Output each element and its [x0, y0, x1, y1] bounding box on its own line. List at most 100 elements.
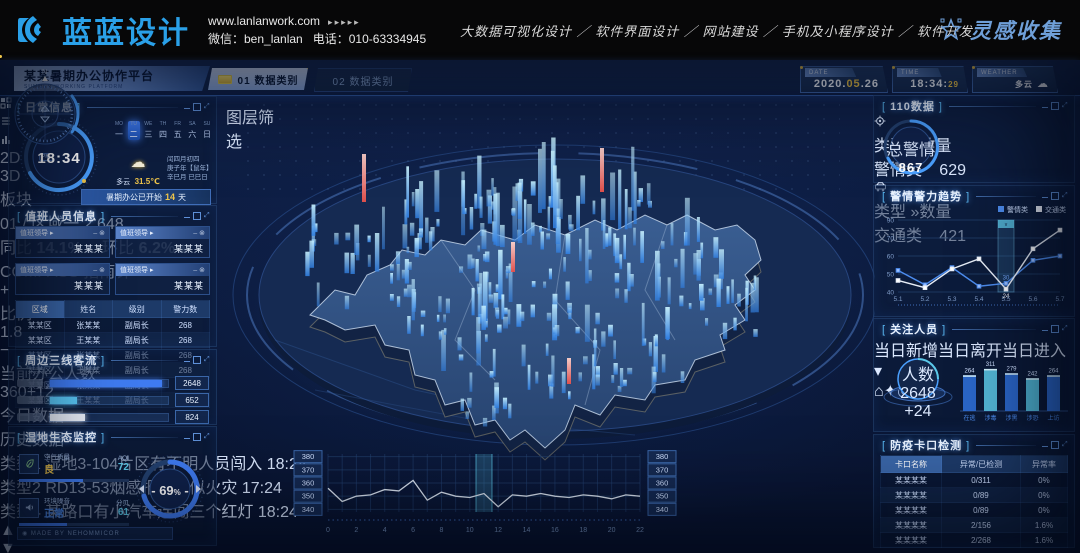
svg-text:涉黑: 涉黑: [1005, 414, 1017, 422]
svg-text:360: 360: [656, 479, 669, 488]
compass-dial[interactable]: N: [6, 66, 84, 152]
panel-nearby-flow: 周边三线客流 ⤢ 2648 652 824: [8, 349, 217, 425]
panel-controls[interactable]: ⤢: [1042, 441, 1068, 449]
panel-110-data: 110数据 ⤢ 总警情 867 类型 »数量 警情类629 类型 »数量 交通类…: [873, 95, 1075, 183]
inspiration-collect[interactable]: 灵感收集: [938, 0, 1062, 60]
svg-text:5.7: 5.7: [1055, 296, 1064, 303]
brand-logo[interactable]: 蓝蓝设计: [14, 8, 190, 52]
eco-title: 湿地生态监控: [17, 429, 105, 445]
banner-suffix: 天: [178, 192, 186, 203]
lunar-calendar: 闰四月初四 庚子年【鼠年】 辛巳月 已巳日: [167, 155, 213, 182]
trend-line-chart[interactable]: 9070605040 v30245.15.25.35.45.55.65.7: [878, 214, 1070, 314]
svg-text:20: 20: [608, 527, 616, 534]
svg-text:264: 264: [1048, 368, 1059, 374]
time-seconds: 29: [948, 80, 959, 89]
duty-col-header[interactable]: 级别: [113, 301, 162, 318]
panel-eco-monitor: 湿地生态监控 ⤢ 空气质量 良 AQI 72: [8, 426, 217, 546]
svg-text:在逃: 在逃: [963, 414, 975, 422]
office-line-chart[interactable]: 380 380 370 370 360 360 350 350 340 340 …: [292, 448, 682, 544]
svg-text:涉毒: 涉毒: [984, 414, 996, 422]
panel-controls[interactable]: ⤢: [184, 103, 210, 111]
leaf-icon: [19, 454, 39, 474]
lanlan-logo-icon: [14, 10, 54, 50]
duty-card[interactable]: 值班领导 ▸– ⊗ 某某某: [115, 263, 210, 295]
panel-controls[interactable]: ⤢: [184, 433, 210, 441]
flow-label-redacted: [17, 379, 43, 387]
date-year: 2020: [814, 78, 842, 90]
expand-icon: ⤢: [204, 104, 210, 110]
weekday-cell: WE三: [142, 121, 154, 140]
duty-card[interactable]: 值班领导 ▸– ⊗ 某某某: [15, 263, 110, 295]
svg-text:5.6: 5.6: [1028, 296, 1037, 303]
table-row[interactable]: 某某某某2/1561.6%: [881, 518, 1068, 533]
window-icon: [1051, 441, 1059, 449]
minimize-icon: [184, 217, 190, 218]
svg-text:5.4: 5.4: [974, 296, 983, 303]
flow-label-redacted: [17, 396, 43, 404]
expand-icon: ⤢: [1062, 326, 1068, 332]
tab2-label: 02 数据类别: [333, 73, 394, 88]
time-main: 18:34: [910, 78, 943, 90]
table-row[interactable]: 某某区王某某副局长268: [16, 333, 210, 348]
temperature: 31.5℃: [135, 177, 160, 186]
daily-weather: ☁ 多云 31.5℃: [115, 153, 161, 189]
clock-time: 18:34: [29, 150, 89, 167]
minimize-icon: [1042, 107, 1048, 108]
window-icon: [193, 212, 201, 220]
weather-plate: WEATHER 多云 ☁: [972, 66, 1058, 93]
window-icon: [193, 103, 201, 111]
panel-controls[interactable]: ⤢: [184, 212, 210, 220]
weekday-cell: SA六: [186, 121, 198, 140]
checkpoint-col-header[interactable]: 异常率: [1020, 456, 1067, 473]
wechat: 微信：ben_lanlan: [208, 32, 303, 46]
checkpoint-col-header[interactable]: 异常/已检测: [942, 456, 1021, 473]
svg-text:16: 16: [551, 527, 559, 534]
noise-unit: 分贝: [116, 497, 129, 507]
panel-controls[interactable]: ⤢: [184, 356, 210, 364]
focus-bar-chart[interactable]: 264 在逃311 涉毒279 涉黑242 涉恐264 上访: [958, 349, 1070, 427]
star-icon: [938, 17, 964, 43]
collect-label: 灵感收集: [970, 15, 1062, 45]
svg-text:12: 12: [494, 527, 502, 534]
table-row[interactable]: 某某某某0/890%: [881, 503, 1068, 518]
minimize-icon: [184, 438, 190, 439]
minimize-icon: [184, 108, 190, 109]
panel-controls[interactable]: ⤢: [1042, 102, 1068, 110]
table-row[interactable]: 某某某某0/890%: [881, 488, 1068, 503]
window-icon: [1051, 325, 1059, 333]
svg-text:360: 360: [302, 479, 315, 488]
site-url[interactable]: www.lanlanwork.com: [208, 14, 320, 28]
svg-text:5.5: 5.5: [1001, 296, 1010, 303]
tab-data-category-2[interactable]: 02 数据类别: [314, 68, 412, 92]
chevron-down-icon: ▾: [874, 363, 882, 380]
expand-icon: ⤢: [1062, 442, 1068, 448]
brand-name: 蓝蓝设计: [62, 8, 190, 52]
svg-text:350: 350: [302, 492, 315, 501]
duty-col-header[interactable]: 警力数: [161, 301, 210, 318]
svg-text:90: 90: [887, 218, 895, 225]
svg-text:14: 14: [523, 527, 531, 534]
panel-controls[interactable]: ⤢: [1042, 192, 1068, 200]
svg-text:0: 0: [326, 527, 330, 534]
duty-card[interactable]: 值班领导 ▸– ⊗ 某某某: [115, 226, 210, 258]
svg-text:10: 10: [466, 527, 474, 534]
duty-col-header[interactable]: 区域: [16, 301, 65, 318]
table-row[interactable]: 某某某某2/2681.6%: [881, 533, 1068, 548]
madeby-watermark: ◉ MADE BY NEHOMMICOR: [17, 527, 173, 540]
tab-data-category-1[interactable]: 01 数据类别: [208, 68, 308, 90]
table-row[interactable]: 某某区张某某副局长268: [16, 318, 210, 333]
duty-card[interactable]: 值班领导 ▸– ⊗ 某某某: [15, 226, 110, 258]
svg-text:370: 370: [656, 465, 669, 474]
speaker-icon: [19, 498, 39, 518]
map-3d-view[interactable]: [215, 90, 875, 470]
svg-text:30: 30: [1003, 275, 1010, 281]
minimize-icon: [1042, 446, 1048, 447]
svg-text:50: 50: [887, 272, 895, 279]
checkpoint-col-header[interactable]: 卡口名称: [881, 456, 942, 473]
table-row[interactable]: 某某某某0/3110%: [881, 473, 1068, 488]
svg-text:242: 242: [1027, 371, 1038, 377]
panel-controls[interactable]: ⤢: [1042, 325, 1068, 333]
duty-col-header[interactable]: 姓名: [64, 301, 113, 318]
site-header: 蓝蓝设计 www.lanlanwork.com▸▸▸▸▸ 微信：ben_lanl…: [0, 0, 1080, 60]
svg-text:350: 350: [656, 492, 669, 501]
